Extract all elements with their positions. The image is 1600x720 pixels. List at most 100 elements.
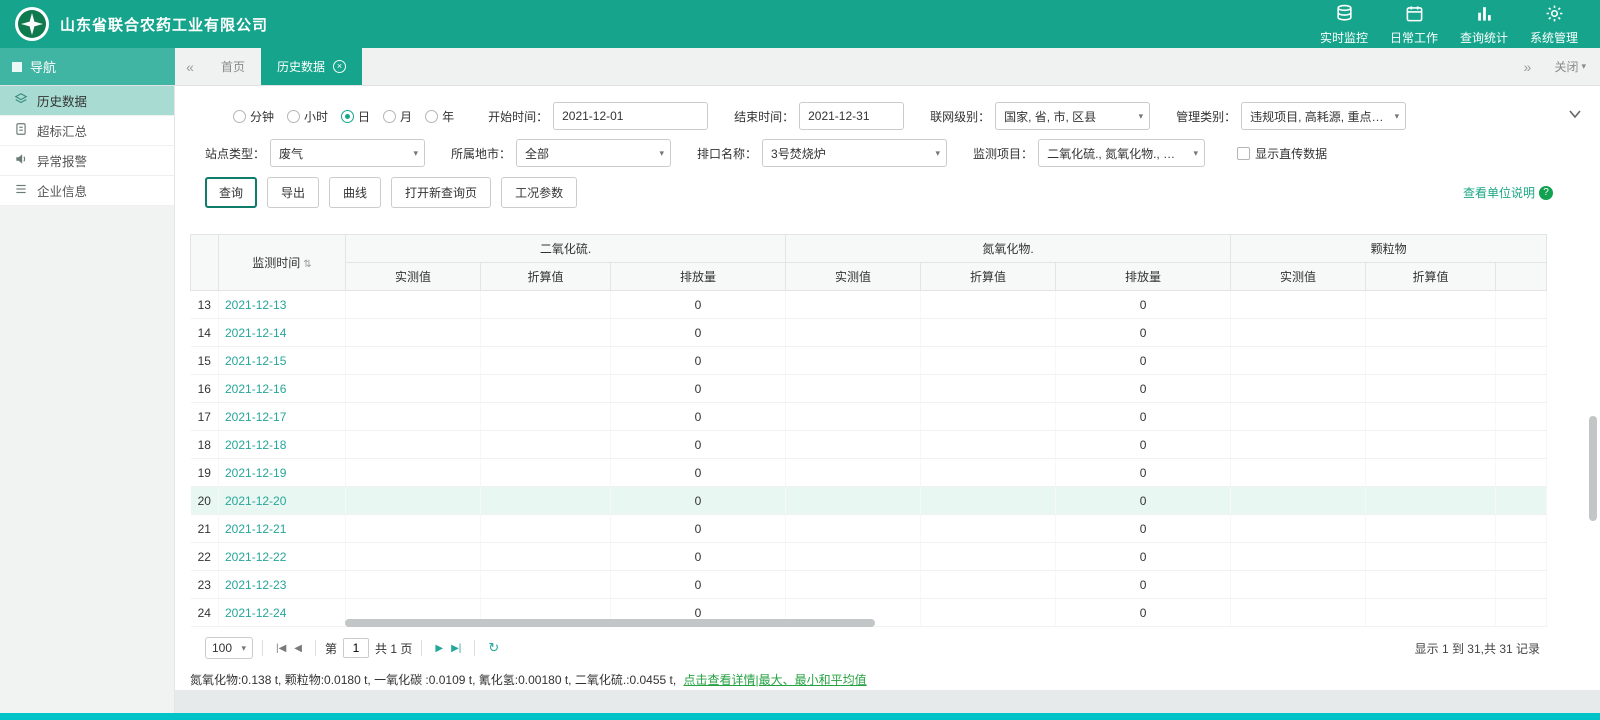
date-cell[interactable]: 2021-12-17 (218, 402, 346, 431)
date-link[interactable]: 2021-12-20 (225, 494, 286, 508)
radio-year[interactable]: 年 (425, 108, 454, 125)
top-header: 山东省联合农药工业有限公司 实时监控 日常工作 查询统计 系统管理 (0, 0, 1600, 48)
radio-month[interactable]: 月 (383, 108, 412, 125)
date-link[interactable]: 2021-12-17 (225, 410, 286, 424)
date-cell[interactable]: 2021-12-18 (218, 430, 346, 459)
date-cell[interactable]: 2021-12-15 (218, 346, 346, 375)
radio-hour[interactable]: 小时 (287, 108, 328, 125)
nav-realtime-monitor[interactable]: 实时监控 (1312, 2, 1376, 46)
current-page-input[interactable] (343, 638, 370, 658)
radio-icon (383, 109, 397, 123)
curve-button[interactable]: 曲线 (329, 177, 382, 208)
monitor-item-select[interactable]: 二氧化硫., 氮氧化物., 颗粒 ▾ (1038, 139, 1206, 167)
refresh-icon[interactable]: ↻ (484, 640, 503, 656)
date-link[interactable]: 2021-12-24 (225, 606, 286, 620)
value-cell: 0 (610, 290, 787, 319)
value-cell (920, 514, 1057, 543)
value-cell (480, 570, 611, 599)
table-row[interactable]: 18 2021-12-18 0 0 (190, 430, 1548, 459)
date-link[interactable]: 2021-12-18 (225, 438, 286, 452)
network-level-select[interactable]: 国家, 省, 市, 区县 ▾ (995, 102, 1151, 130)
date-cell[interactable]: 2021-12-21 (218, 514, 346, 543)
table-row[interactable]: 23 2021-12-23 0 0 (190, 570, 1548, 599)
value-cell: 0 (1055, 542, 1232, 571)
date-link[interactable]: 2021-12-23 (225, 578, 286, 592)
last-page-icon[interactable]: ▶| (447, 643, 465, 654)
date-cell[interactable]: 2021-12-23 (218, 570, 346, 599)
manage-type-select[interactable]: 违规项目, 高耗源, 重点排污 ▾ (1241, 102, 1407, 130)
tab-history-data[interactable]: 历史数据 × (261, 48, 363, 85)
date-link[interactable]: 2021-12-16 (225, 382, 286, 396)
table-row[interactable]: 19 2021-12-19 0 0 (190, 458, 1548, 487)
open-new-query-button[interactable]: 打开新查询页 (391, 177, 492, 208)
date-cell[interactable]: 2021-12-20 (218, 486, 346, 515)
tabs-scroll-right-icon[interactable]: » (1512, 59, 1542, 75)
bottom-accent-bar (0, 713, 1600, 720)
date-cell[interactable]: 2021-12-22 (218, 542, 346, 571)
table-row[interactable]: 14 2021-12-14 0 0 (190, 318, 1548, 347)
tabs-scroll-left-icon[interactable]: « (175, 48, 205, 85)
close-tabs-dropdown[interactable]: 关闭 ▾ (1554, 58, 1586, 75)
prev-page-icon[interactable]: ◀ (290, 643, 306, 654)
table-row[interactable]: 20 2021-12-20 0 0 (190, 486, 1548, 515)
table-row[interactable]: 22 2021-12-22 0 0 (190, 542, 1548, 571)
sidebar-item-exceed-summary[interactable]: 超标汇总 (0, 116, 174, 146)
nav-panel-label: 导航 (0, 48, 175, 85)
date-link[interactable]: 2021-12-22 (225, 550, 286, 564)
start-time-input[interactable] (553, 102, 709, 130)
chevron-down-icon: ▾ (1581, 61, 1586, 71)
working-params-button[interactable]: 工况参数 (501, 177, 578, 208)
date-cell[interactable]: 2021-12-19 (218, 458, 346, 487)
date-cell[interactable]: 2021-12-13 (218, 290, 346, 319)
sidebar-item-history-data[interactable]: 历史数据 (0, 86, 174, 116)
sidebar-item-company-info[interactable]: 企业信息 (0, 176, 174, 206)
nav-query-stats[interactable]: 查询统计 (1452, 2, 1516, 46)
date-cell[interactable]: 2021-12-16 (218, 374, 346, 403)
horizontal-scrollbar-thumb[interactable] (345, 619, 875, 627)
value-cell (1230, 318, 1367, 347)
date-link[interactable]: 2021-12-21 (225, 522, 286, 536)
time-column-header[interactable]: 监测时间 ⇅ (218, 234, 346, 291)
first-page-icon[interactable]: |◀ (272, 643, 290, 654)
collapse-filters-chevron-icon[interactable] (1568, 108, 1582, 122)
vertical-scrollbar-thumb[interactable] (1589, 416, 1597, 521)
sidebar-item-abnormal-alarm[interactable]: 异常报警 (0, 146, 174, 176)
export-button[interactable]: 导出 (267, 177, 320, 208)
data-table: 监测时间 ⇅ 二氧化硫. 氮氧化物. 颗粒物 实测值 折算值 排放量 实测值 折算… (190, 234, 1548, 627)
direct-data-checkbox[interactable]: 显示直传数据 (1237, 145, 1327, 162)
value-cell: 0 (1055, 458, 1232, 487)
table-row[interactable]: 17 2021-12-17 0 0 (190, 402, 1548, 431)
station-type-select[interactable]: 废气 ▾ (270, 139, 426, 167)
view-details-link[interactable]: 点击查看详情|最大、最小和平均值 (684, 673, 867, 687)
date-link[interactable]: 2021-12-15 (225, 354, 286, 368)
table-row[interactable]: 13 2021-12-13 0 0 (190, 290, 1548, 319)
date-cell[interactable]: 2021-12-14 (218, 318, 346, 347)
date-link[interactable]: 2021-12-13 (225, 298, 286, 312)
nav-daily-work[interactable]: 日常工作 (1382, 2, 1446, 46)
value-cell (920, 402, 1057, 431)
next-page-icon[interactable]: ▶ (431, 643, 447, 654)
table-row[interactable]: 16 2021-12-16 0 0 (190, 374, 1548, 403)
col-header: 实测值 (785, 262, 922, 291)
horizontal-scrollbar[interactable] (190, 619, 1546, 627)
tab-home[interactable]: 首页 (205, 48, 261, 85)
radio-minute[interactable]: 分钟 (233, 108, 274, 125)
table-row[interactable]: 21 2021-12-21 0 0 (190, 514, 1548, 543)
city-select[interactable]: 全部 ▾ (516, 139, 672, 167)
sort-icon[interactable]: ⇅ (303, 259, 311, 270)
end-time-input[interactable] (799, 102, 905, 130)
query-button[interactable]: 查询 (205, 177, 258, 208)
nav-system-manage[interactable]: 系统管理 (1522, 2, 1586, 46)
value-cell (1495, 570, 1548, 599)
table-row[interactable]: 15 2021-12-15 0 0 (190, 346, 1548, 375)
unit-description-link[interactable]: 查看单位说明 ? (1463, 184, 1553, 201)
value-cell (345, 402, 481, 431)
radio-day[interactable]: 日 (341, 108, 370, 125)
date-link[interactable]: 2021-12-19 (225, 466, 286, 480)
outlet-select[interactable]: 3号焚烧炉 ▾ (762, 139, 948, 167)
date-link[interactable]: 2021-12-14 (225, 326, 286, 340)
company-title: 山东省联合农药工业有限公司 (60, 16, 269, 34)
page-size-select[interactable]: 100 ▾ (205, 637, 253, 659)
row-number: 18 (190, 430, 219, 459)
tab-close-icon[interactable]: × (333, 60, 347, 73)
